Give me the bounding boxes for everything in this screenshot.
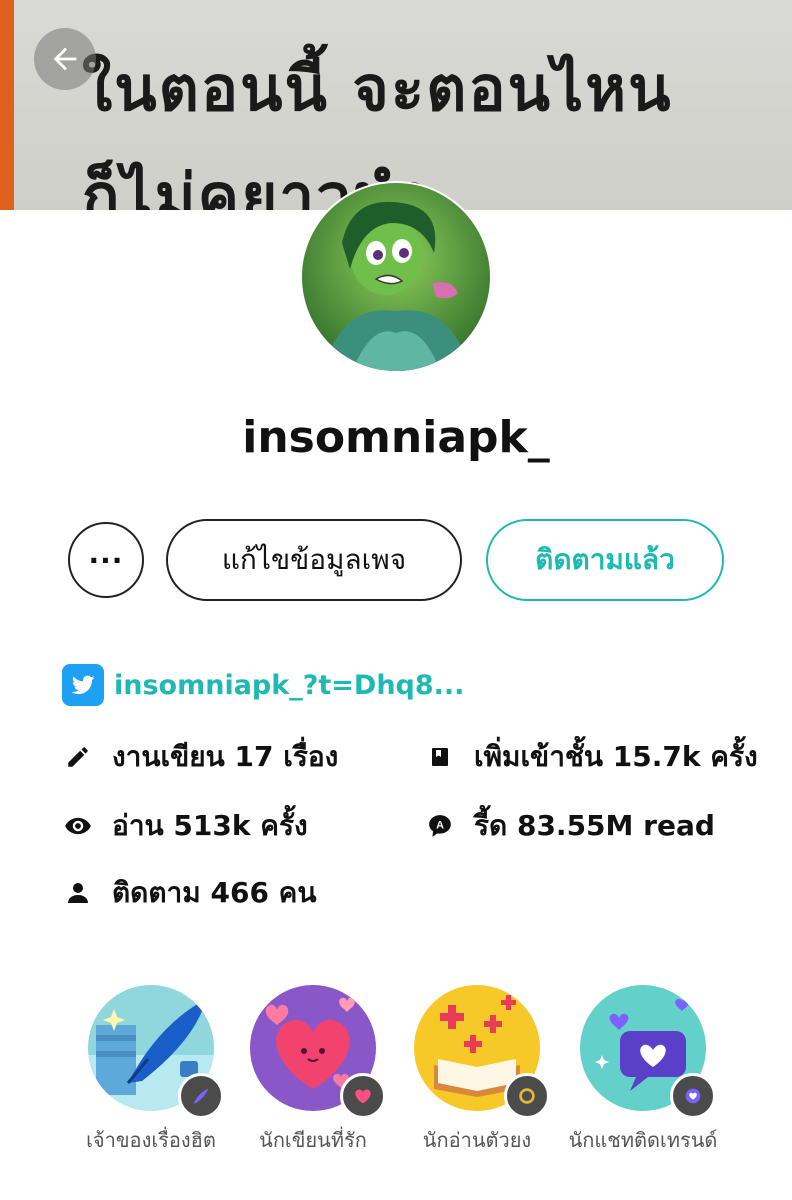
eye-icon [64,812,92,840]
pencil-icon [64,743,92,771]
more-options-button[interactable]: ··· [68,522,144,598]
arrow-left-icon [53,47,77,71]
badge-label: เจ้าของเรื่องฮิต [86,1128,216,1152]
stat-read-time-text: รี้ด 83.55M read [474,809,715,842]
stat-reads-text: อ่าน 513k ครั้ง [112,809,308,842]
twitter-link-text[interactable]: insomniapk_?t=Dhq8... [114,670,464,701]
badge-beloved-writer[interactable]: นักเขียนที่รัก [228,985,398,1155]
heart-chat-mini-icon [670,1073,716,1119]
badge-label: นักเขียนที่รัก [259,1128,367,1152]
edit-page-button[interactable]: แก้ไขข้อมูลเพจ [166,519,462,601]
stat-reads: อ่าน 513k ครั้ง [64,804,308,848]
more-options-label: ··· [88,543,124,577]
back-button[interactable] [34,28,96,90]
stat-followers: ติดตาม 466 คน [64,871,317,915]
avatar-illustration [302,183,490,371]
stat-followers-text: ติดตาม 466 คน [112,876,317,909]
username: insomniapk_ [242,412,550,463]
person-icon [64,879,92,907]
stat-works-text: งานเขียน 17 เรื่อง [112,740,339,773]
stat-works: งานเขียน 17 เรื่อง [64,735,338,779]
quill-mini-icon [178,1073,224,1119]
badge-avid-reader[interactable]: นักอ่านตัวยง [392,985,562,1155]
cover-orange-strip [0,0,14,210]
twitter-link-row[interactable]: insomniapk_?t=Dhq8... [62,664,464,706]
following-button[interactable]: ติดตามแล้ว [486,519,724,601]
avatar[interactable] [302,183,490,371]
stat-read-time: A รี้ด 83.55M read [426,804,715,848]
stat-library: เพิ่มเข้าชั้น 15.7k ครั้ง [426,735,758,779]
twitter-icon [62,664,104,706]
badge-label: นักแชทติดเทรนด์ [568,1128,718,1152]
badge-label: นักอ่านตัวยง [422,1128,532,1152]
badge-row: เจ้าของเรื่องฮิต นักเขียนที่รัก นักอ่านต… [0,985,792,1200]
bookmark-book-icon [426,743,454,771]
badge-hit-story-owner[interactable]: เจ้าของเรื่องฮิต [66,985,236,1155]
svg-text:A: A [436,820,444,832]
edit-page-label: แก้ไขข้อมูลเพจ [221,543,407,576]
stat-library-text: เพิ่มเข้าชั้น 15.7k ครั้ง [474,740,758,773]
cover-text-line-1: ในตอนนี้ จะตอนไหน [82,52,673,125]
laurel-mini-icon [504,1073,550,1119]
badge-trending-chatter[interactable]: นักแชทติดเทรนด์ [558,985,728,1155]
heart-mini-icon [340,1073,386,1119]
following-label: ติดตามแล้ว [535,543,675,576]
cover-image: ในตอนนี้ จะตอนไหน ก็ไม่คยาวนำ [0,0,792,210]
chat-bubble-a-icon: A [426,812,454,840]
